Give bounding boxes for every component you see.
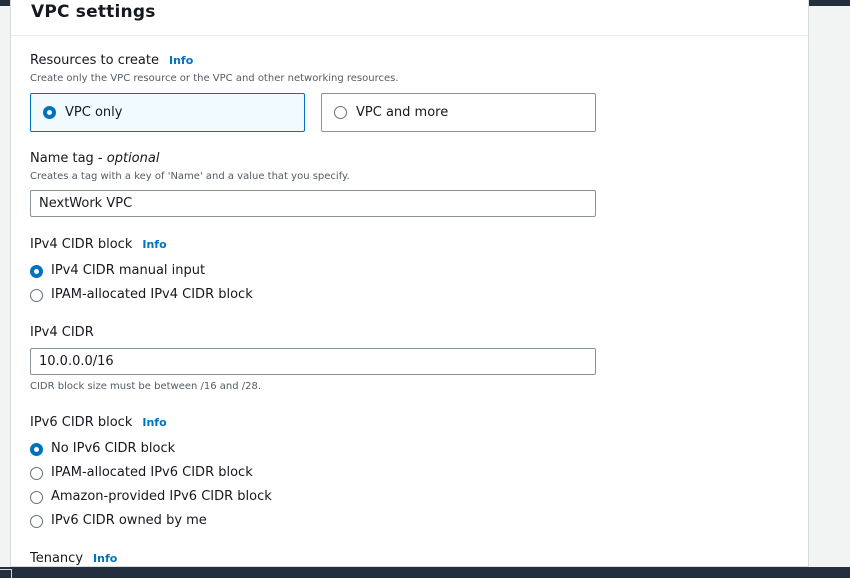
ipv4-manual-label: IPv4 CIDR manual input [51, 263, 206, 278]
name-tag-input[interactable]: NextWork VPC [30, 190, 596, 217]
tenancy-info-link[interactable]: Info [93, 552, 117, 565]
name-tag-label: Name tag - optional [30, 151, 159, 166]
resources-label: Resources to create Info [30, 53, 193, 68]
ipv6-owned-radio[interactable] [30, 515, 43, 528]
vpc-settings-panel: VPC settings Resources to create Info Cre… [10, 0, 809, 567]
ipv6-none-radio[interactable] [30, 443, 43, 456]
vpc-and-more-label: VPC and more [356, 105, 449, 120]
right-gutter [809, 6, 850, 567]
ipv4-block-info-link[interactable]: Info [142, 238, 166, 251]
tile-vpc-only[interactable]: VPC only [30, 93, 305, 132]
ipv4-manual-radio[interactable] [30, 265, 43, 278]
ipv6-amazon-radio[interactable] [30, 491, 43, 504]
bottom-bar [0, 567, 850, 578]
ipv6-owned-label: IPv6 CIDR owned by me [51, 513, 207, 528]
name-tag-description: Creates a tag with a key of 'Name' and a… [30, 171, 350, 182]
ipv4-ipam-label: IPAM-allocated IPv4 CIDR block [51, 287, 253, 302]
ipv4-ipam-radio[interactable] [30, 289, 43, 302]
ipv4-cidr-hint: CIDR block size must be between /16 and … [30, 381, 262, 392]
name-tag-label-text: Name tag - [30, 151, 107, 166]
resources-description: Create only the VPC resource or the VPC … [30, 73, 399, 84]
ipv6-ipam-label: IPAM-allocated IPv6 CIDR block [51, 465, 253, 480]
tenancy-label-text: Tenancy [30, 551, 84, 566]
vpc-only-radio[interactable] [43, 106, 56, 119]
ipv4-block-label: IPv4 CIDR block Info [30, 237, 167, 252]
ipv4-cidr-label: IPv4 CIDR [30, 325, 94, 340]
bottom-corner-icon [0, 569, 12, 578]
panel-header: VPC settings [11, 0, 808, 36]
resources-info-link[interactable]: Info [169, 54, 193, 67]
ipv6-block-info-link[interactable]: Info [142, 416, 166, 429]
ipv6-ipam-radio[interactable] [30, 467, 43, 480]
ipv6-none-label: No IPv6 CIDR block [51, 441, 176, 456]
panel-title: VPC settings [31, 2, 156, 22]
ipv6-amazon-label: Amazon-provided IPv6 CIDR block [51, 489, 272, 504]
name-tag-optional: optional [106, 151, 160, 166]
vpc-and-more-radio[interactable] [334, 106, 347, 119]
ipv6-block-label: IPv6 CIDR block Info [30, 415, 167, 430]
tenancy-label: Tenancy Info [30, 551, 117, 566]
tile-vpc-and-more[interactable]: VPC and more [321, 93, 596, 132]
ipv4-cidr-input[interactable]: 10.0.0.0/16 [30, 348, 596, 375]
ipv6-block-label-text: IPv6 CIDR block [30, 415, 133, 430]
resources-label-text: Resources to create [30, 53, 159, 68]
vpc-only-label: VPC only [65, 105, 123, 120]
ipv4-block-label-text: IPv4 CIDR block [30, 237, 133, 252]
